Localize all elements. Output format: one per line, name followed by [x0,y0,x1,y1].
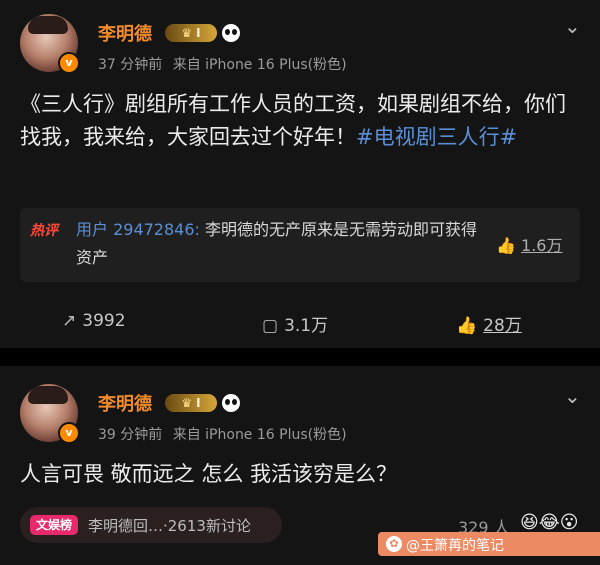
avatar[interactable]: v [20,384,80,444]
thumbs-up-icon: 👍 [496,236,516,255]
vip-badge[interactable]: ♛ I [165,394,217,412]
verified-badge-icon: v [58,52,80,74]
comment-count: 3.1万 [284,316,329,336]
avatar-hair [28,386,68,404]
avatar[interactable]: v [20,14,80,74]
like-count: 28万 [483,316,522,336]
vip-level: I [196,396,201,410]
avatar-hair [28,16,68,34]
comment-icon: ▢ [262,316,279,336]
vip-badge[interactable]: ♛ I [165,24,217,42]
post-source: 来自 iPhone 16 Plus(粉色) [172,57,347,73]
post-separator [0,348,600,366]
ranking-chip[interactable]: 文娱榜 李明德回…·2613新讨论 [20,507,282,543]
hot-comment-like[interactable]: 👍 1.6万 [496,232,562,256]
ranking-chip-text: 李明德回…·2613新讨论 [88,517,251,535]
post-time: 39 分钟前 [98,427,163,443]
crown-icon: ♛ [181,396,193,410]
post-time: 37 分钟前 [98,57,163,73]
repost-icon: ↗ [62,311,77,331]
reaction-emojis: 😆😂😮 [520,512,579,533]
repost-count: 3992 [82,311,126,331]
post-source: 来自 iPhone 16 Plus(粉色) [172,427,347,443]
hot-comment-text: 用户 29472846: 李明德的无产原来是无需劳动即可获得资产 [76,216,486,272]
panda-icon [222,394,240,412]
verified-badge-icon: v [58,422,80,444]
watermark: ✿ @王箫苒的笔记 [378,532,600,556]
watermark-text: @王箫苒的笔记 [406,538,504,554]
hot-comment[interactable]: 热评 用户 29472846: 李明德的无产原来是无需劳动即可获得资产 👍 1.… [20,208,580,282]
chevron-down-icon[interactable]: ⌄ [564,14,581,38]
repost-button[interactable]: ↗ 3992 [62,311,126,331]
hot-comment-label: 热评 [30,223,58,239]
topic-tag[interactable]: #电视剧三人行# [356,125,517,149]
hot-comment-user[interactable]: 用户 29472846: [76,220,200,239]
author-name[interactable]: 李明德 [98,20,152,46]
panda-icon [222,24,240,42]
author-name[interactable]: 李明德 [98,390,152,416]
thumbs-up-icon: 👍 [456,316,478,336]
post-content: 《三人行》剧组所有工作人员的工资，如果剧组不给，你们找我，我来给，大家回去过个好… [20,88,580,154]
paw-icon: ✿ [386,536,402,552]
vip-level: I [196,26,201,40]
comment-button[interactable]: ▢ 3.1万 [262,311,328,336]
post-text: 人言可畏 敬而远之 怎么 我活该穷是么？ [20,462,398,486]
hot-comment-like-count: 1.6万 [521,236,563,255]
post-card-1: v 李明德 ♛ I ⌄ 37 分钟前 来自 iPhone 16 Plus(粉色) … [0,0,600,348]
post-meta: 37 分钟前 来自 iPhone 16 Plus(粉色) [98,54,347,74]
like-button[interactable]: 👍 28万 [456,311,522,336]
post-meta: 39 分钟前 来自 iPhone 16 Plus(粉色) [98,424,347,444]
chevron-down-icon[interactable]: ⌄ [564,384,581,408]
ranking-badge: 文娱榜 [30,515,78,535]
crown-icon: ♛ [181,26,193,40]
